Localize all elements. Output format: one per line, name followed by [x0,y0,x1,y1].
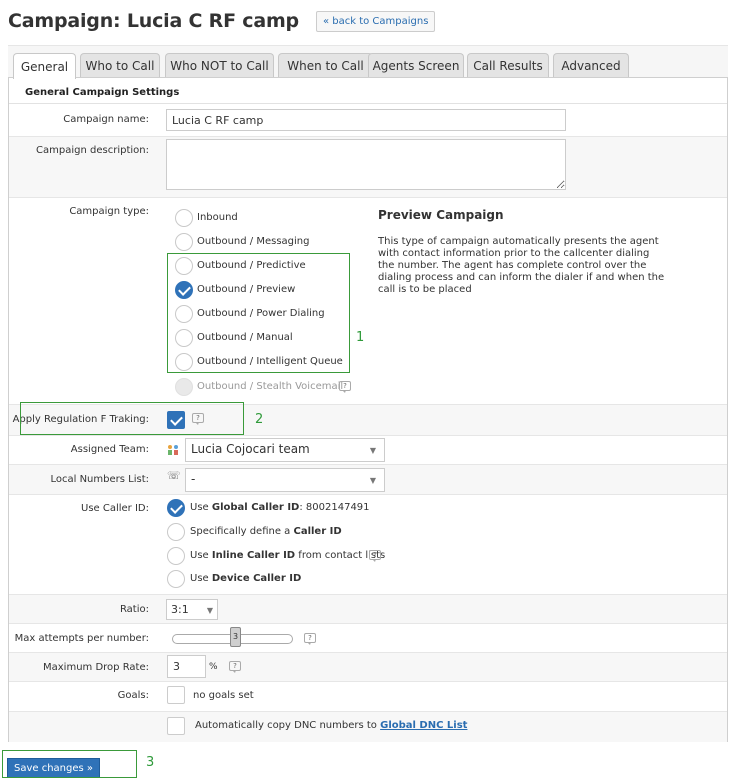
help-icon[interactable]: ? [304,633,316,645]
caller-id-inline-label: Use Inline Caller ID from contact lists [190,550,386,561]
type-inbound-radio[interactable] [175,209,193,227]
dnc-label: Automatically copy DNC numbers to Global… [195,720,468,731]
campaign-name-input[interactable] [166,109,566,131]
annotation-box-1 [167,253,350,373]
caller-id-specific-radio[interactable] [167,523,185,541]
drop-rate-row: Maximum Drop Rate: [9,653,727,682]
help-icon[interactable]: ? [229,661,241,673]
campaign-description-row: Campaign description: [9,137,727,198]
tab-who-to-call[interactable]: Who to Call [80,53,160,78]
global-dnc-list-link[interactable]: Global DNC List [380,720,467,731]
tab-call-results[interactable]: Call Results [467,53,549,78]
help-icon[interactable]: ? [339,381,351,393]
goals-value: no goals set [193,690,254,701]
local-numbers-value: - [191,472,196,486]
type-outbound-stealth-voicemail-radio [175,378,193,396]
drop-rate-input[interactable] [167,655,206,678]
annotation-number-2: 2 [255,412,264,427]
type-outbound-messaging-label: Outbound / Messaging [197,236,310,247]
campaign-type-label: Campaign type: [69,206,149,217]
annotation-box-3 [2,750,137,778]
drop-rate-label: Maximum Drop Rate: [43,662,149,673]
campaign-name-label: Campaign name: [63,114,149,125]
chevron-down-icon: ▼ [369,446,376,455]
tab-when-to-call[interactable]: When to Call [278,53,373,78]
dnc-checkbox[interactable] [167,717,185,735]
chevron-down-icon: ▼ [369,476,376,485]
tab-advanced[interactable]: Advanced [553,53,629,78]
phone-icon: ☏ [167,469,181,482]
assigned-team-value: Lucia Cojocari team [191,442,310,456]
caller-id-global-label: Use Global Caller ID: 8002147491 [190,502,370,513]
annotation-number-1: 1 [356,330,365,345]
type-inbound-label: Inbound [197,212,238,223]
help-icon[interactable]: ? [369,550,381,562]
ratio-row: Ratio: [9,595,727,624]
campaign-description-textarea[interactable] [166,139,566,190]
header: Campaign: Lucia C RF camp « back to Camp… [8,6,436,36]
drop-rate-unit: % [209,662,218,672]
goals-checkbox[interactable] [167,686,185,704]
max-attempts-slider-handle[interactable]: 3 [230,627,241,647]
tab-general[interactable]: General [13,53,76,79]
tab-agents-screen[interactable]: Agents Screen [368,53,464,78]
goals-label: Goals: [117,690,149,701]
back-to-campaigns-button[interactable]: « back to Campaigns [315,10,436,32]
type-outbound-messaging-radio[interactable] [175,233,193,251]
ratio-label: Ratio: [119,604,149,615]
max-attempts-label: Max attempts per number: [14,633,149,644]
annotation-number-3: 3 [146,755,155,770]
campaign-type-row: Campaign type: [9,198,727,405]
caller-id-label: Use Caller ID: [81,503,149,514]
caller-id-specific-label: Specifically define a Caller ID [190,526,342,537]
caller-id-device-label: Use Device Caller ID [190,573,302,584]
campaign-description-label: Campaign description: [36,145,149,156]
caller-id-device-radio[interactable] [167,570,185,588]
type-outbound-stealth-voicemail-label: Outbound / Stealth Voicemail [197,381,344,392]
page-title: Campaign: Lucia C RF camp [8,10,299,32]
annotation-box-2 [20,402,244,435]
local-numbers-select[interactable]: - ▼ [185,468,385,492]
local-numbers-label: Local Numbers List: [50,474,149,485]
campaign-name-row: Campaign name: [9,104,727,137]
preview-campaign-title: Preview Campaign [378,208,504,222]
caller-id-global-radio[interactable] [167,499,185,517]
assigned-team-label: Assigned Team: [70,444,149,455]
ratio-value: 3:1 [171,603,189,616]
max-attempts-row: Max attempts per number: [9,624,727,653]
general-settings-panel: General Campaign Settings Campaign name:… [8,77,728,742]
preview-campaign-description: This type of campaign automatically pres… [378,236,665,295]
caller-id-inline-radio[interactable] [167,547,185,565]
goals-row: Goals: [9,682,727,712]
tab-bar: General Who to Call Who NOT to Call When… [8,45,728,79]
team-icon [168,445,178,455]
ratio-select[interactable]: 3:1 ▼ [166,599,218,620]
assigned-team-select[interactable]: Lucia Cojocari team ▼ [185,438,385,462]
section-title: General Campaign Settings [9,78,727,104]
tab-who-not-to-call[interactable]: Who NOT to Call [165,53,274,78]
chevron-down-icon: ▼ [206,606,213,615]
